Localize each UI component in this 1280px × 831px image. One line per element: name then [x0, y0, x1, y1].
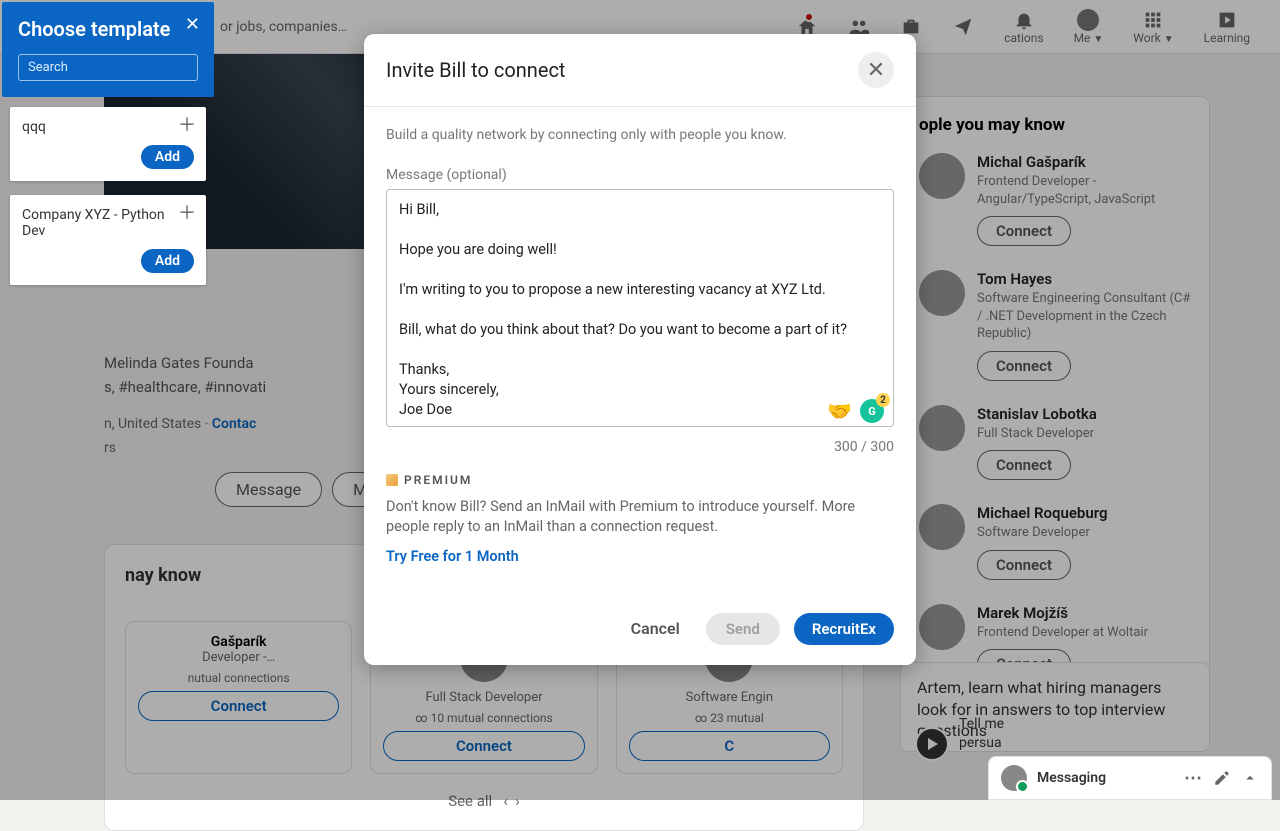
- add-button[interactable]: Add: [141, 145, 194, 169]
- premium-try-link[interactable]: Try Free for 1 Month: [386, 548, 519, 565]
- template-search-input[interactable]: [18, 54, 198, 81]
- premium-badge: PREMIUM: [386, 473, 894, 487]
- premium-text: Don't know Bill? Send an InMail with Pre…: [386, 497, 894, 538]
- more-icon[interactable]: ⋯: [1184, 768, 1203, 789]
- message-label: Message (optional): [386, 167, 894, 183]
- handshake-emoji-icon[interactable]: 🤝: [827, 399, 852, 423]
- modal-title: Invite Bill to connect: [386, 58, 565, 82]
- message-textarea[interactable]: [386, 189, 894, 427]
- cancel-button[interactable]: Cancel: [619, 613, 692, 644]
- close-icon[interactable]: ✕: [185, 14, 200, 35]
- messaging-bar[interactable]: Messaging ⋯: [988, 756, 1272, 800]
- template-card[interactable]: Company XYZ - Python Dev ＋ Add: [10, 195, 206, 285]
- grammarly-icon[interactable]: G: [860, 399, 884, 423]
- template-title: qqq: [22, 119, 194, 135]
- template-panel-title: Choose template: [18, 16, 198, 42]
- modal-subtitle: Build a quality network by connecting on…: [386, 127, 894, 143]
- template-card[interactable]: qqq ＋ Add: [10, 107, 206, 181]
- premium-square-icon: [386, 474, 398, 486]
- chevron-up-icon[interactable]: [1241, 769, 1259, 787]
- template-panel-header: Choose template ✕: [2, 2, 214, 97]
- recruitex-button[interactable]: RecruitEx: [794, 613, 894, 645]
- send-button[interactable]: Send: [706, 613, 780, 645]
- template-panel: Choose template ✕ qqq ＋ Add Company XYZ …: [2, 2, 214, 295]
- messaging-label: Messaging: [1037, 770, 1174, 786]
- add-button[interactable]: Add: [141, 249, 194, 273]
- close-button[interactable]: ✕: [858, 52, 894, 88]
- plus-icon[interactable]: ＋: [178, 119, 196, 133]
- plus-icon[interactable]: ＋: [178, 207, 196, 221]
- compose-icon[interactable]: [1213, 769, 1231, 787]
- invite-modal: Invite Bill to connect ✕ Build a quality…: [364, 34, 916, 665]
- avatar: [1001, 765, 1027, 791]
- template-title: Company XYZ - Python Dev: [22, 207, 194, 239]
- char-counter: 300 / 300: [386, 439, 894, 455]
